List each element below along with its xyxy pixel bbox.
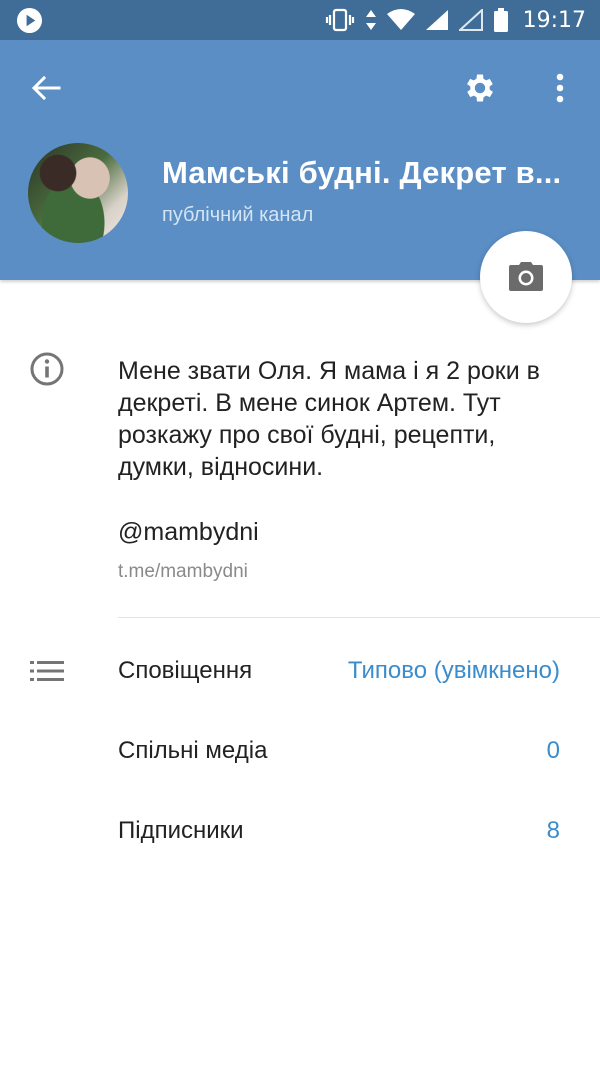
subscribers-count: 8 [546, 817, 560, 844]
info-icon [30, 352, 64, 386]
channel-description: Мене звати Оля. Я мама і я 2 роки в декр… [118, 357, 540, 481]
signal-empty-icon [458, 9, 483, 31]
notifications-row[interactable]: Сповіщення Типово (увімкнено) [118, 651, 560, 691]
channel-link[interactable]: t.me/mambydni [118, 561, 248, 583]
clock: 19:17 [522, 7, 586, 33]
notifications-value: Типово (увімкнено) [347, 657, 560, 684]
channel-type: публічний канал [162, 204, 314, 226]
status-bar: 19:17 [0, 0, 600, 40]
subscribers-label: Підписники [118, 817, 244, 844]
section-divider [118, 617, 600, 618]
back-button[interactable] [26, 68, 66, 108]
data-arrows-icon [365, 10, 376, 30]
settings-button[interactable] [458, 66, 502, 110]
subscribers-row[interactable]: Підписники 8 [118, 811, 560, 851]
signal-icon [425, 10, 448, 30]
channel-title: Мамські будні. Декрет в... [162, 155, 562, 190]
more-vertical-icon [556, 73, 564, 103]
wifi-icon [386, 9, 415, 30]
change-photo-button[interactable] [480, 231, 572, 323]
shared-media-count: 0 [546, 737, 560, 764]
more-options-button[interactable] [540, 66, 580, 110]
channel-username[interactable]: @mambydni [118, 518, 259, 547]
camera-icon [509, 262, 543, 291]
play-icon [16, 7, 43, 34]
vibrate-icon [325, 8, 354, 32]
gear-icon [467, 74, 493, 102]
shared-media-row[interactable]: Спільні медіа 0 [118, 731, 560, 771]
channel-avatar[interactable] [28, 143, 128, 243]
list-icon [30, 661, 64, 681]
battery-icon [493, 8, 508, 32]
shared-media-label: Спільні медіа [118, 737, 268, 764]
arrow-left-icon [31, 75, 61, 101]
notifications-label: Сповіщення [118, 657, 253, 684]
